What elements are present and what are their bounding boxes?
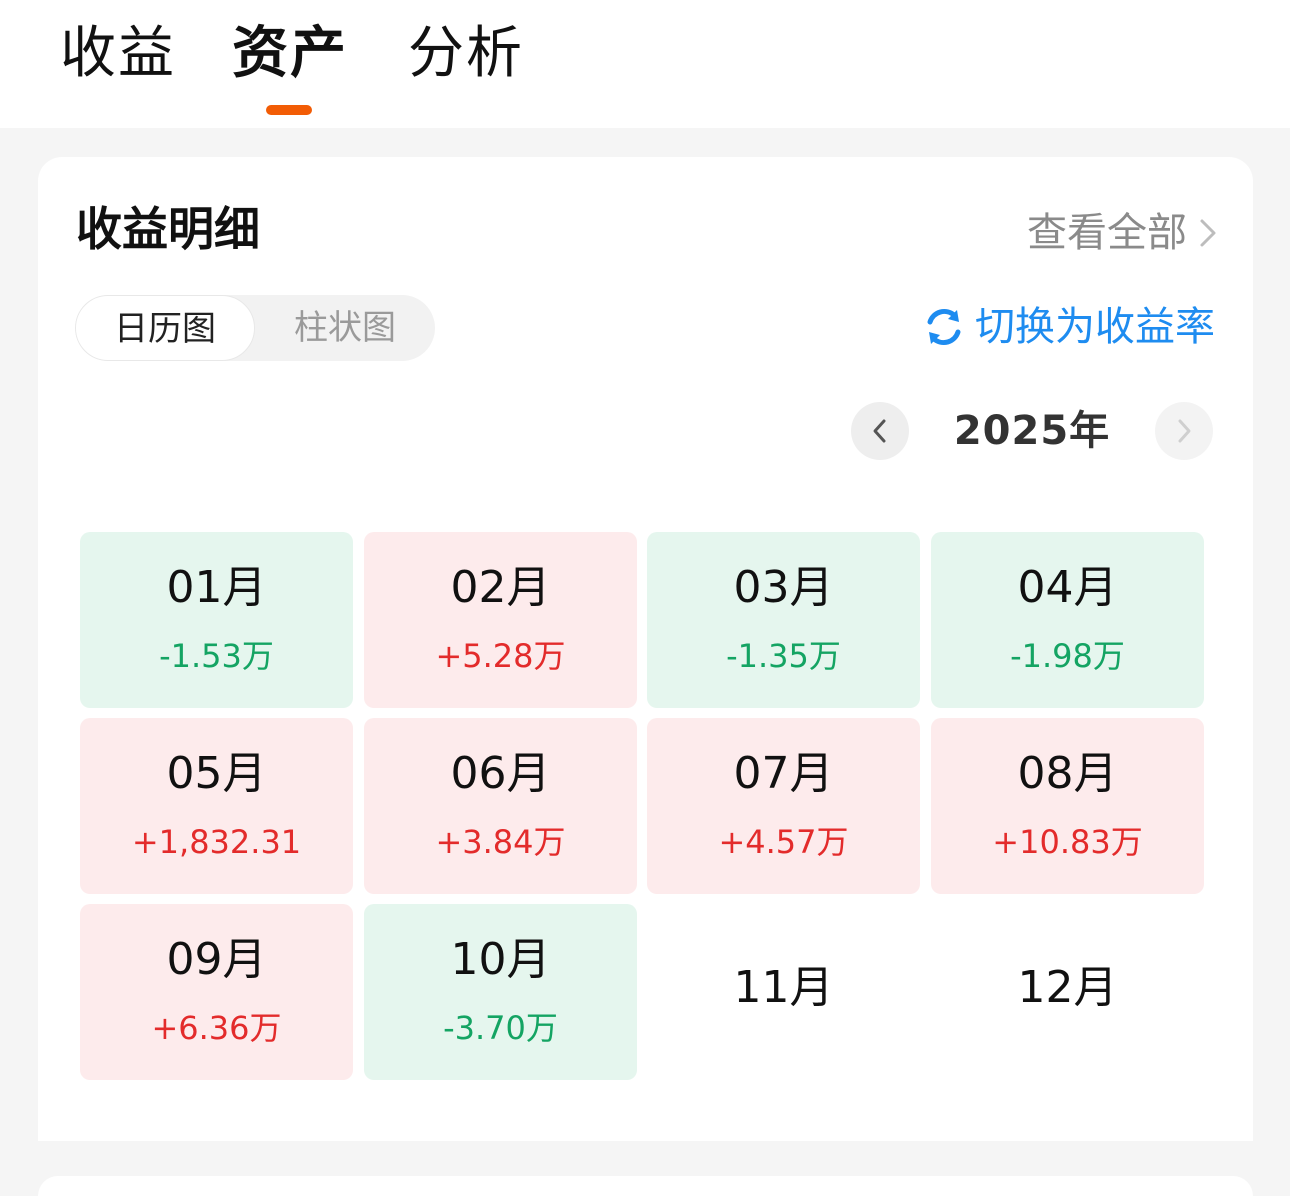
month-earnings: +6.36万: [151, 1009, 282, 1047]
month-label: 09月: [166, 934, 267, 985]
month-label: 11月: [733, 962, 834, 1013]
switch-to-rate-button[interactable]: 切换为收益率: [923, 297, 1215, 357]
month-cell-04[interactable]: 04月 -1.98万: [931, 532, 1204, 708]
tab-analysis[interactable]: 分析: [408, 18, 524, 90]
month-earnings: +10.83万: [992, 823, 1143, 861]
month-earnings: -1.35万: [726, 637, 841, 675]
month-label: 07月: [733, 748, 834, 799]
year-navigator: 2025年: [851, 402, 1213, 460]
earnings-detail-card: 收益明细 查看全部 柱状图 日历图 切换为收益率 2025年 01月 -1.53…: [38, 157, 1253, 1141]
month-earnings: +3.84万: [435, 823, 566, 861]
view-all-label: 查看全部: [1027, 210, 1187, 256]
month-label: 02月: [450, 562, 551, 613]
month-label: 06月: [450, 748, 551, 799]
switch-to-rate-label: 切换为收益率: [975, 304, 1215, 350]
month-cell-11[interactable]: 11月: [647, 904, 920, 1080]
tab-assets[interactable]: 资产: [232, 18, 348, 90]
month-cell-08[interactable]: 08月 +10.83万: [931, 718, 1204, 894]
month-cell-03[interactable]: 03月 -1.35万: [647, 532, 920, 708]
month-cell-06[interactable]: 06月 +3.84万: [364, 718, 637, 894]
next-year-button[interactable]: [1155, 402, 1213, 460]
month-cell-12[interactable]: 12月: [931, 904, 1204, 1080]
month-earnings: -1.53万: [159, 637, 274, 675]
month-label: 01月: [166, 562, 267, 613]
month-cell-02[interactable]: 02月 +5.28万: [364, 532, 637, 708]
month-label: 04月: [1017, 562, 1118, 613]
month-earnings: -1.98万: [1010, 637, 1125, 675]
month-label: 12月: [1017, 962, 1118, 1013]
month-cell-01[interactable]: 01月 -1.53万: [80, 532, 353, 708]
year-label: 2025年: [953, 408, 1111, 454]
month-cell-09[interactable]: 09月 +6.36万: [80, 904, 353, 1080]
month-cell-05[interactable]: 05月 +1,832.31: [80, 718, 353, 894]
month-earnings: +1,832.31: [131, 823, 302, 861]
month-earnings: -3.70万: [443, 1009, 558, 1047]
active-tab-indicator: [266, 105, 312, 115]
month-cell-07[interactable]: 07月 +4.57万: [647, 718, 920, 894]
segment-bar-chart[interactable]: 柱状图: [255, 295, 435, 361]
refresh-icon: [927, 309, 961, 345]
next-card-edge: [38, 1176, 1253, 1196]
card-title: 收益明细: [76, 202, 260, 256]
view-mode-segmented-control: 柱状图 日历图: [75, 295, 435, 361]
month-earnings: +4.57万: [718, 823, 849, 861]
tab-earnings[interactable]: 收益: [60, 18, 176, 90]
month-label: 08月: [1017, 748, 1118, 799]
chevron-right-icon: [1200, 219, 1216, 247]
top-tab-bar: 收益 资产 分析: [0, 0, 1290, 128]
month-label: 03月: [733, 562, 834, 613]
segment-calendar[interactable]: 日历图: [75, 295, 255, 361]
view-all-link[interactable]: 查看全部: [1027, 205, 1219, 261]
month-label: 10月: [450, 934, 551, 985]
chevron-right-icon: [1178, 419, 1191, 443]
month-label: 05月: [166, 748, 267, 799]
month-cell-10[interactable]: 10月 -3.70万: [364, 904, 637, 1080]
chevron-left-icon: [873, 419, 886, 443]
previous-year-button[interactable]: [851, 402, 909, 460]
month-earnings: +5.28万: [435, 637, 566, 675]
